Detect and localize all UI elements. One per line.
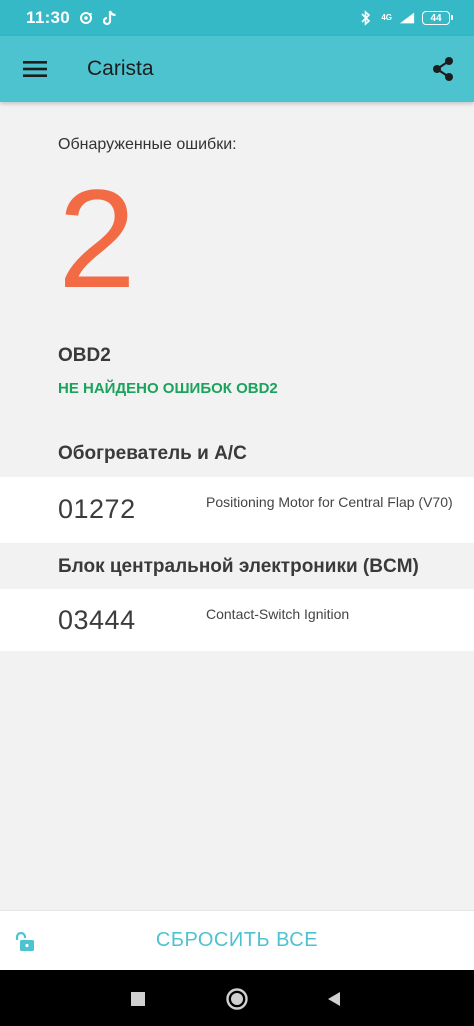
back-icon: [328, 992, 340, 1006]
section-title-obd2: OBD2: [58, 345, 111, 366]
home-button[interactable]: [224, 986, 250, 1012]
recents-button[interactable]: [125, 986, 151, 1012]
reset-all-button[interactable]: СБРОСИТЬ ВСЕ: [156, 929, 318, 952]
status-time: 11:30: [26, 8, 71, 27]
error-code: 03444: [58, 605, 136, 635]
navigation-bar: [0, 970, 474, 1026]
app-title: Carista: [87, 57, 154, 80]
share-icon: [433, 57, 453, 81]
menu-icon: [23, 61, 47, 77]
battery-level: 44: [430, 12, 442, 24]
section-title-heater: Обогреватель и A/C: [58, 443, 247, 464]
unlock-button[interactable]: [12, 930, 38, 954]
error-row-heater[interactable]: 01272 Positioning Motor for Central Flap…: [0, 477, 474, 543]
bottom-action-bar: СБРОСИТЬ ВСЕ: [0, 910, 474, 970]
menu-button[interactable]: [18, 52, 52, 86]
screen: 11:30 4G 44 Carista Обнаруженные ошибки:…: [0, 0, 474, 1026]
unlock-icon: [15, 931, 34, 951]
obd2-status: НЕ НАЙДЕНО ОШИБОК OBD2: [58, 380, 278, 397]
error-description: Contact-Switch Ignition: [206, 606, 350, 622]
home-icon: [226, 988, 248, 1010]
signal-icon: [399, 10, 415, 26]
bluetooth-icon: [358, 10, 374, 26]
network-label: 4G: [381, 13, 392, 22]
status-left: 11:30: [26, 8, 118, 28]
back-button[interactable]: [321, 986, 347, 1012]
content: Обнаруженные ошибки: 2 OBD2 НЕ НАЙДЕНО О…: [0, 102, 474, 910]
tiktok-icon: [102, 10, 118, 26]
sync-icon: [78, 10, 94, 26]
error-row-bcm[interactable]: 03444 Contact-Switch Ignition: [0, 589, 474, 651]
share-button[interactable]: [426, 52, 460, 86]
errors-count: 2: [58, 160, 136, 317]
status-bar: 11:30 4G 44: [0, 0, 474, 36]
recents-icon: [131, 992, 145, 1006]
battery-icon: 44: [422, 11, 453, 25]
error-description: Positioning Motor for Central Flap (V70): [206, 494, 453, 510]
errors-label: Обнаруженные ошибки:: [58, 136, 237, 153]
error-code: 01272: [58, 494, 136, 524]
section-title-bcm: Блок центральной электроники (BCM): [58, 556, 419, 577]
app-bar: Carista: [0, 36, 474, 102]
status-right: 4G 44: [358, 10, 453, 26]
